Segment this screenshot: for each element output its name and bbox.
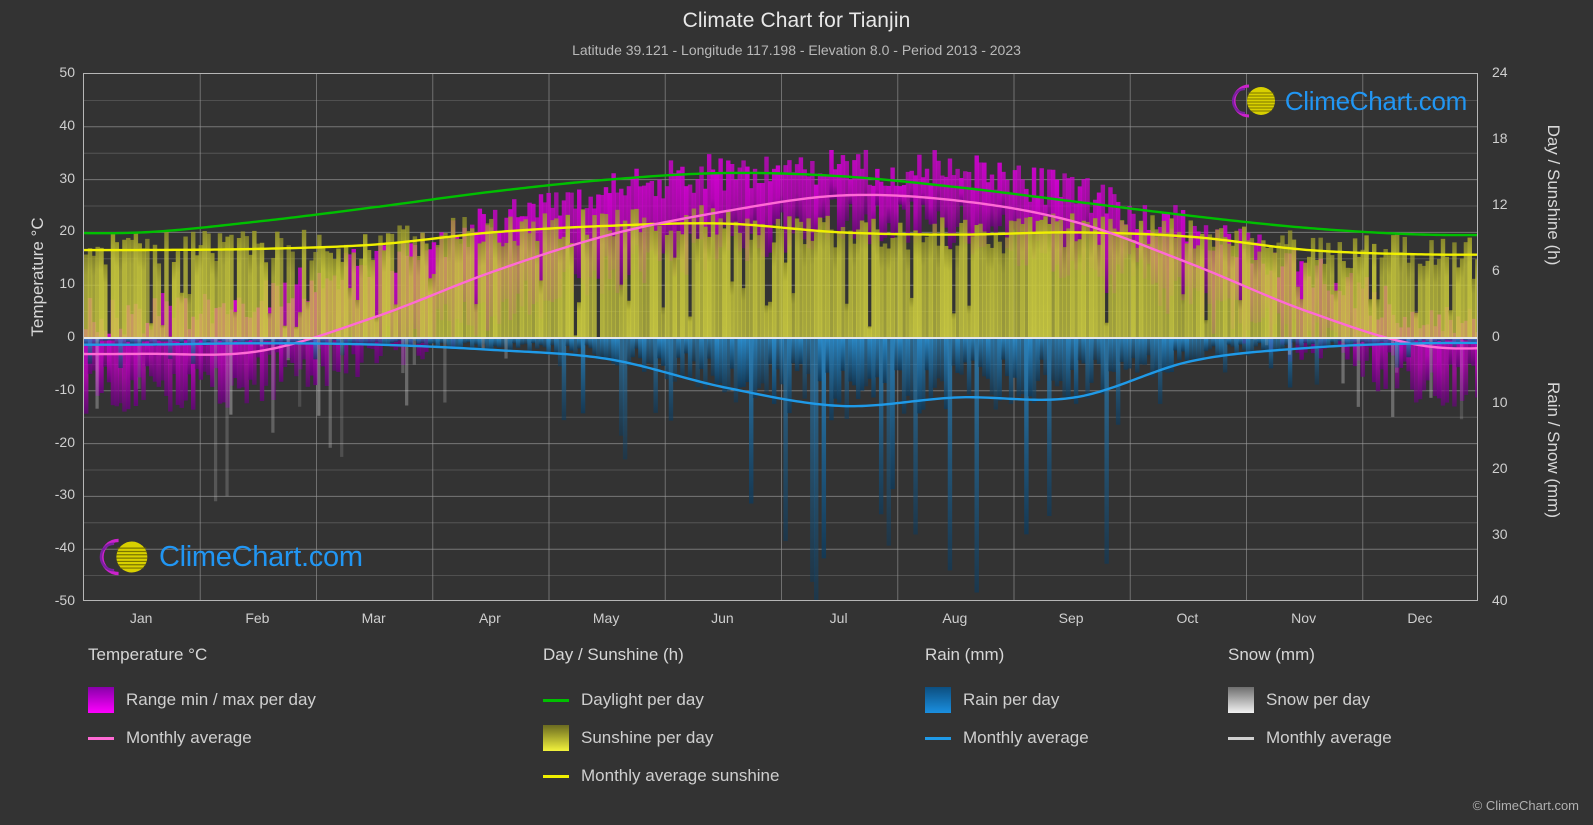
watermark-logo-bottom: ClimeChart.com xyxy=(92,536,363,578)
x-tick-nov: Nov xyxy=(1291,610,1317,626)
legend-item[interactable]: Sunshine per day xyxy=(543,719,779,757)
legend-item[interactable]: Range min / max per day xyxy=(88,681,316,719)
y-axis-right-rain-title: Rain / Snow (mm) xyxy=(1544,381,1563,519)
y-axis-right-day-title: Day / Sunshine (h) xyxy=(1544,124,1563,266)
legend-label: Daylight per day xyxy=(581,690,704,709)
x-tick-dec: Dec xyxy=(1407,610,1433,626)
legend-column-snow-mm: Snow (mm) Snow per day Monthly average xyxy=(1228,645,1392,757)
legend-line-icon xyxy=(1228,736,1254,740)
legend-swatch-icon xyxy=(1228,687,1254,713)
legend-line-icon xyxy=(925,736,951,740)
legend-line-icon xyxy=(543,698,569,702)
legend-line-icon xyxy=(543,774,569,778)
y-tick-right-day: 18 xyxy=(1492,130,1508,146)
legend-label: Snow per day xyxy=(1266,690,1370,709)
watermark-text-bottom: ClimeChart.com xyxy=(159,540,363,573)
y-tick-right-rain: 30 xyxy=(1492,526,1508,542)
legend-item[interactable]: Monthly average xyxy=(1228,719,1392,757)
x-tick-jun: Jun xyxy=(711,610,734,626)
legend-heading: Snow (mm) xyxy=(1228,645,1315,664)
x-tick-jan: Jan xyxy=(129,610,153,626)
legend-label: Range min / max per day xyxy=(126,690,316,709)
legend-column-rain-mm: Rain (mm) Rain per day Monthly average xyxy=(925,645,1089,757)
y-tick-left: 50 xyxy=(59,64,75,80)
legend-swatch-icon xyxy=(88,687,114,713)
y-tick-left: 0 xyxy=(67,328,75,344)
climate-chart-page: Climate Chart for Tianjin Latitude 39.12… xyxy=(0,0,1593,825)
copyright-text: © ClimeChart.com xyxy=(1472,798,1579,813)
y-tick-right-day: 12 xyxy=(1492,196,1508,212)
watermark-logo-top: ClimeChart.com xyxy=(1225,82,1467,120)
page-subtitle: Latitude 39.121 - Longitude 117.198 - El… xyxy=(572,42,1021,58)
y-tick-right-day: 0 xyxy=(1492,328,1500,344)
watermark-text-top: ClimeChart.com xyxy=(1284,85,1467,116)
x-tick-jul: Jul xyxy=(829,610,848,626)
x-tick-oct: Oct xyxy=(1176,610,1199,626)
legend-label: Monthly average xyxy=(1266,728,1392,747)
y-tick-left: 30 xyxy=(59,169,75,186)
legend-swatch-icon xyxy=(543,725,569,751)
legend-item[interactable]: Monthly average sunshine xyxy=(543,757,779,795)
chart-legend: Temperature °C Range min / max per day Mon… xyxy=(0,645,1593,795)
x-tick-aug: Aug xyxy=(942,610,968,626)
y-tick-right-day: 24 xyxy=(1492,64,1508,80)
legend-label: Rain per day xyxy=(963,690,1060,709)
y-tick-left: 10 xyxy=(59,275,75,292)
y-tick-left: -10 xyxy=(54,380,75,397)
y-tick-right-rain: 20 xyxy=(1492,460,1508,476)
legend-heading: Temperature °C xyxy=(88,645,208,664)
legend-item[interactable]: Snow per day xyxy=(1228,681,1392,719)
legend-label: Monthly average xyxy=(963,728,1089,747)
y-tick-left: -50 xyxy=(54,592,75,608)
y-tick-left: 20 xyxy=(59,222,75,239)
x-tick-sep: Sep xyxy=(1058,610,1084,626)
legend-item[interactable]: Rain per day xyxy=(925,681,1089,719)
legend-heading: Rain (mm) xyxy=(925,645,1005,664)
x-tick-mar: Mar xyxy=(361,610,386,626)
legend-line-icon xyxy=(88,736,114,740)
legend-item[interactable]: Daylight per day xyxy=(543,681,779,719)
y-tick-right-day: 6 xyxy=(1492,262,1500,278)
legend-item[interactable]: Monthly average xyxy=(925,719,1089,757)
x-tick-may: May xyxy=(592,610,620,626)
legend-column-day-sunshine-h: Day / Sunshine (h) Daylight per day Sunshi… xyxy=(543,645,779,795)
legend-swatch-icon xyxy=(925,687,951,713)
y-tick-left: 40 xyxy=(59,116,75,133)
y-tick-left: -40 xyxy=(54,539,75,556)
climechart-logo-icon xyxy=(1231,84,1275,118)
legend-label: Monthly average sunshine xyxy=(581,766,780,785)
y-tick-left: -30 xyxy=(54,486,75,503)
climechart-logo-icon-2 xyxy=(99,538,148,576)
chart-canvas xyxy=(84,74,1477,600)
legend-item[interactable]: Monthly average xyxy=(88,719,316,757)
x-tick-feb: Feb xyxy=(245,610,270,626)
y-tick-left: -20 xyxy=(54,433,75,450)
page-title: Climate Chart for Tianjin xyxy=(682,9,911,32)
legend-heading: Day / Sunshine (h) xyxy=(543,645,684,664)
x-tick-apr: Apr xyxy=(478,610,501,626)
legend-label: Sunshine per day xyxy=(581,728,714,747)
legend-column-temperature-c: Temperature °C Range min / max per day Mon… xyxy=(88,645,316,757)
plot-area: ClimeChart.com ClimeChart.com xyxy=(83,73,1478,601)
legend-label: Monthly average xyxy=(126,728,252,747)
y-tick-right-rain: 40 xyxy=(1492,592,1508,608)
y-tick-right-rain: 10 xyxy=(1492,394,1508,410)
